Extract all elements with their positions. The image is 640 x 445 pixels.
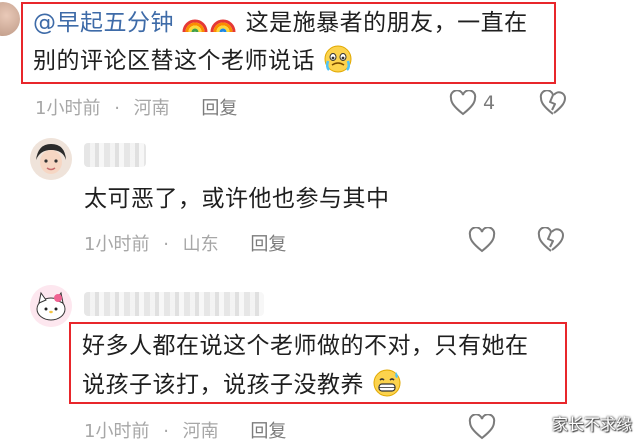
blurred-username (84, 143, 146, 167)
like-heart-icon[interactable] (468, 227, 496, 253)
timestamp: 1小时前 (35, 98, 101, 119)
reply-button[interactable]: 回复 (250, 421, 286, 442)
comment-text-line-1: @早起五分钟 这是施暴者的朋友，一直在 (33, 8, 528, 38)
comment-meta: 1小时前 · 河南 回复 (84, 417, 286, 443)
rainbow-emoji-icon (182, 19, 208, 33)
like-heart-icon[interactable] (449, 90, 477, 116)
comment-text: 说孩子该打，说孩子没教养 (82, 372, 364, 398)
cat-character-avatar-icon (30, 285, 72, 327)
avatar[interactable] (30, 138, 72, 180)
separator: · (163, 234, 169, 255)
rainbow-emoji-icon (210, 19, 236, 33)
like-heart-icon[interactable] (468, 414, 496, 440)
separator: · (163, 421, 169, 442)
dislike-broken-heart-icon[interactable] (539, 90, 567, 116)
comment-text: 这是施暴者的朋友，一直在 (245, 10, 528, 36)
like-count: 4 (483, 92, 496, 114)
comment-text: 别的评论区替这个老师说话 (33, 48, 315, 74)
person-avatar-icon (30, 138, 72, 180)
blurred-username (84, 292, 264, 316)
watermark: 家长不求缘 (551, 415, 632, 434)
comment-meta: 1小时前 · 河南 回复 (35, 94, 237, 120)
location: 河南 (133, 98, 170, 119)
comment-text: 太可恶了，或许他也参与其中 (84, 186, 390, 212)
reply-button[interactable]: 回复 (250, 234, 286, 255)
reply-button[interactable]: 回复 (201, 98, 237, 119)
avatar[interactable] (0, 2, 20, 36)
comment-text-line-2: 别的评论区替这个老师说话 (33, 44, 353, 76)
dislike-broken-heart-icon[interactable] (537, 227, 565, 253)
timestamp: 1小时前 (84, 421, 150, 442)
comment-text-line-2: 说孩子该打，说孩子没教养 (82, 368, 402, 400)
comment-meta: 1小时前 · 山东 回复 (84, 230, 286, 256)
timestamp: 1小时前 (84, 234, 150, 255)
separator: · (114, 98, 120, 119)
crying-face-emoji-icon (324, 45, 352, 73)
comment-text-line-1: 好多人都在说这个老师做的不对，只有她在 (82, 333, 529, 359)
avatar[interactable] (30, 285, 72, 327)
location: 河南 (182, 421, 219, 442)
mention-link[interactable]: @早起五分钟 (33, 10, 174, 36)
grinning-sweat-emoji-icon (373, 369, 401, 397)
location: 山东 (182, 234, 219, 255)
